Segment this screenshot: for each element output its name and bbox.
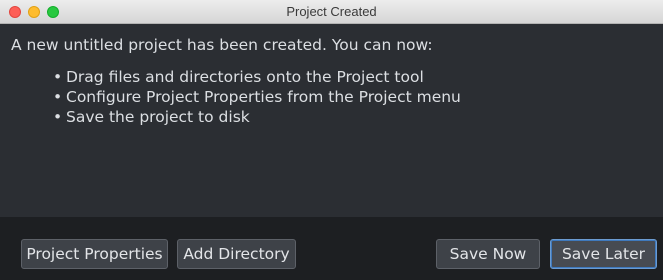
list-item: • Configure Project Properties from the P… <box>53 87 461 107</box>
project-created-dialog: Project Created A new untitled project h… <box>0 0 663 280</box>
save-now-button[interactable]: Save Now <box>436 239 540 269</box>
project-properties-button[interactable]: Project Properties <box>21 239 168 269</box>
add-directory-button[interactable]: Add Directory <box>177 239 296 269</box>
instruction-list: • Drag files and directories onto the Pro… <box>53 67 461 127</box>
list-item-text: Save the project to disk <box>66 108 250 126</box>
list-item-text: Configure Project Properties from the Pr… <box>66 88 461 106</box>
button-bar: Project Properties Add Directory Save No… <box>0 217 663 280</box>
save-later-button[interactable]: Save Later <box>550 239 657 269</box>
list-item: • Drag files and directories onto the Pro… <box>53 67 461 87</box>
list-item-text: Drag files and directories onto the Proj… <box>66 68 424 86</box>
bullet-icon: • <box>53 68 63 86</box>
window-title: Project Created <box>286 4 377 19</box>
message-area: A new untitled project has been created.… <box>0 25 663 217</box>
intro-text: A new untitled project has been created.… <box>11 36 433 54</box>
list-item: • Save the project to disk <box>53 107 461 127</box>
bullet-icon: • <box>53 108 63 126</box>
title-bar[interactable]: Project Created <box>0 0 663 24</box>
bullet-icon: • <box>53 88 63 106</box>
